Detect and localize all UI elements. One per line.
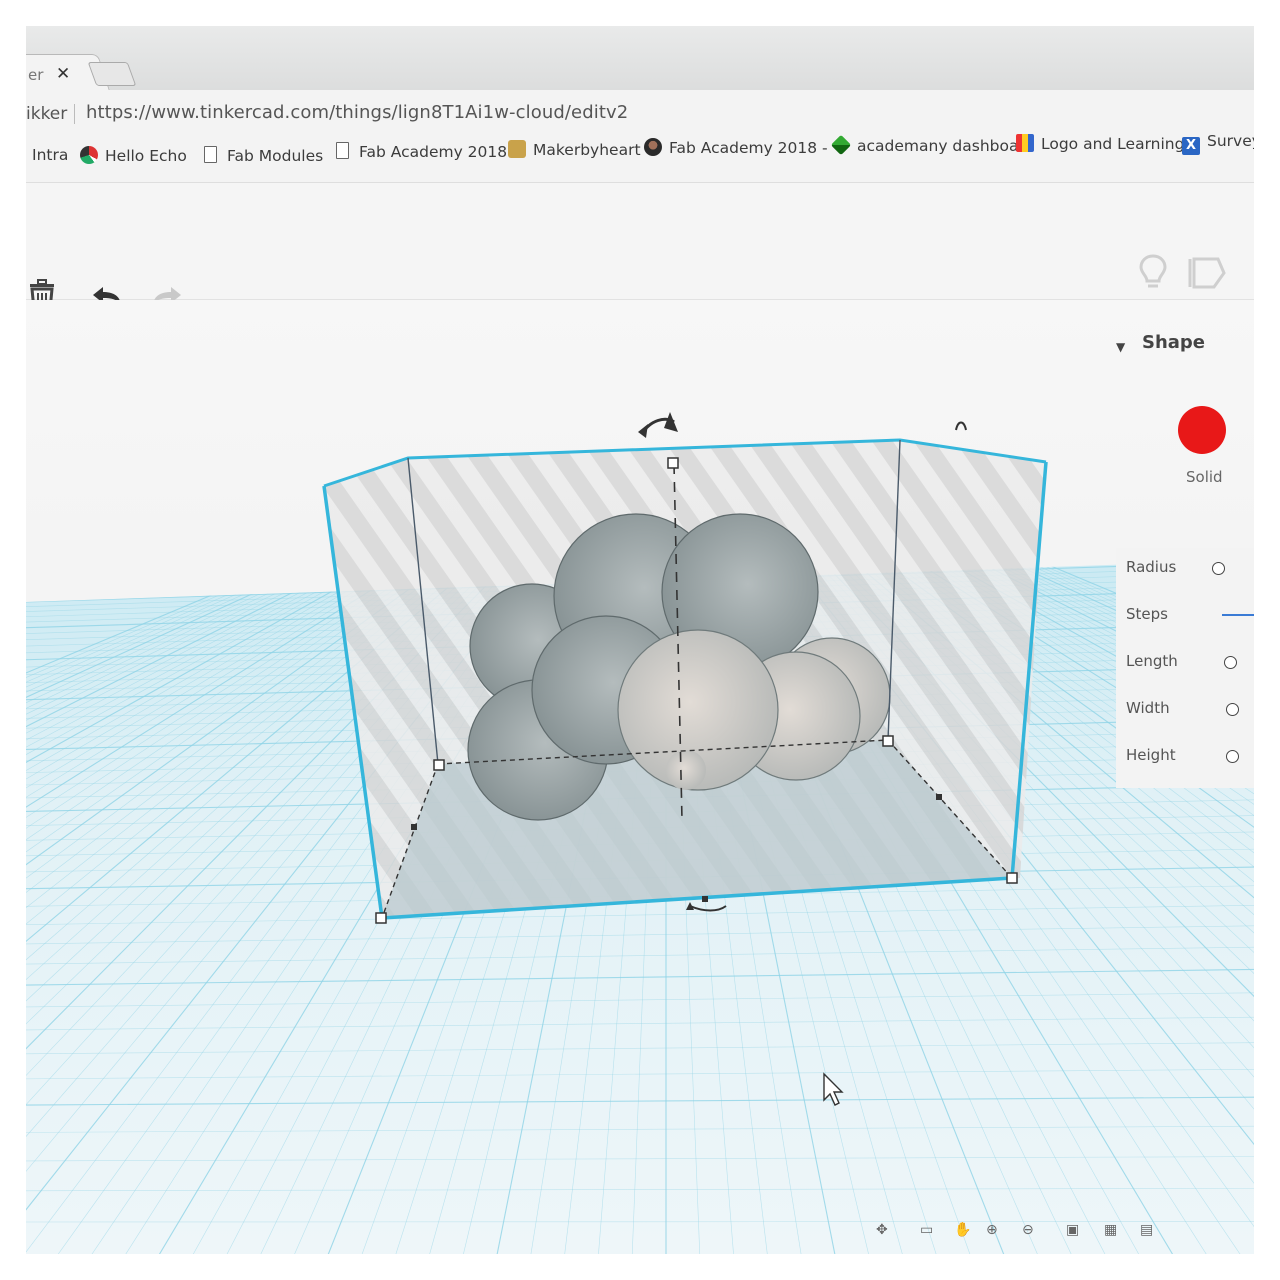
bookmark-label: Makerbyheart bbox=[533, 141, 641, 159]
shape-properties: Radius Steps Length Width Height bbox=[1116, 548, 1254, 788]
prop-width-control[interactable] bbox=[1226, 703, 1239, 716]
bookmarks-bar: Intra Hello Echo Fab Modules Fab Academy… bbox=[26, 132, 1254, 183]
bookmark-label: Fab Academy 2018 - bbox=[669, 139, 828, 157]
grid-icon[interactable]: ▦ bbox=[1104, 1222, 1126, 1242]
new-tab-button[interactable] bbox=[87, 62, 137, 86]
logo-icon bbox=[1016, 134, 1034, 152]
edge-handle bbox=[411, 824, 417, 830]
3d-workspace[interactable] bbox=[26, 300, 1254, 1254]
lightbulb-icon[interactable] bbox=[1138, 253, 1168, 293]
bookmark-fab-academy-2018[interactable]: Fab Academy 2018 bbox=[336, 142, 507, 161]
bookmark-label: academany dashboa bbox=[857, 137, 1019, 155]
bookmark-intra[interactable]: Intra bbox=[32, 146, 68, 164]
pan-icon[interactable]: ✥ bbox=[876, 1222, 898, 1242]
bookmark-makerbyheart[interactable]: Makerbyheart bbox=[508, 140, 641, 159]
prop-radius-label: Radius bbox=[1126, 558, 1177, 576]
bookmark-academany-dashboard[interactable]: academany dashboa bbox=[830, 134, 1019, 156]
address-divider bbox=[74, 104, 75, 124]
color-swatch[interactable] bbox=[1178, 406, 1226, 454]
view-tools: ✥ ▭ ✋ ⊕ ⊖ ▣ ▦ ▤ bbox=[876, 1218, 1206, 1248]
note-icon[interactable] bbox=[1186, 255, 1228, 291]
tab-title: er bbox=[28, 66, 44, 84]
avatar-icon bbox=[644, 138, 662, 156]
corner-handle bbox=[433, 759, 445, 771]
site-identity: ikker bbox=[26, 104, 68, 124]
prop-height-control[interactable] bbox=[1226, 750, 1239, 763]
bookmark-hello-echo[interactable]: Hello Echo bbox=[80, 146, 187, 165]
hand-icon[interactable]: ✋ bbox=[954, 1222, 976, 1242]
bookmark-label: Logo and Learning bbox=[1041, 135, 1185, 153]
bookmark-label: Intra bbox=[32, 146, 69, 164]
prop-height-label: Height bbox=[1126, 746, 1176, 764]
bookmark-label: Fab Modules bbox=[227, 147, 324, 165]
edge-handle bbox=[936, 794, 942, 800]
page-icon bbox=[336, 142, 349, 159]
height-handle bbox=[667, 457, 679, 469]
screen: er ✕ ikker https://www.tinkercad.com/thi… bbox=[26, 26, 1254, 1254]
cube-icon bbox=[80, 146, 98, 164]
color-mode-label: Solid bbox=[1186, 468, 1223, 486]
prop-length-label: Length bbox=[1126, 652, 1178, 670]
bookmark-logo-and-learning[interactable]: Logo and Learning bbox=[1016, 134, 1184, 153]
prop-steps-label: Steps bbox=[1126, 605, 1168, 623]
maker-icon bbox=[508, 140, 526, 158]
corner-handle bbox=[1006, 872, 1018, 884]
zoom-in-icon[interactable]: ⊕ bbox=[986, 1222, 1008, 1242]
chevron-down-icon[interactable]: ▼ bbox=[1116, 340, 1125, 354]
inspector-title[interactable]: Shape bbox=[1142, 332, 1205, 353]
bookmark-survey[interactable]: X Survey bbox=[1182, 132, 1254, 155]
bookmark-label: Survey bbox=[1207, 132, 1254, 150]
rotate-handle-top[interactable] bbox=[638, 412, 678, 438]
bookmark-label: Fab Academy 2018 bbox=[359, 143, 508, 161]
shape-header[interactable]: ▼ Shape bbox=[1116, 326, 1254, 370]
rotate-handle-side[interactable] bbox=[955, 421, 967, 431]
workplane-scene[interactable] bbox=[26, 300, 1254, 1254]
corner-handle bbox=[375, 912, 387, 924]
x-icon: X bbox=[1182, 137, 1200, 155]
prop-length-control[interactable] bbox=[1224, 656, 1237, 669]
fit-view-icon[interactable]: ▭ bbox=[920, 1222, 942, 1242]
prop-width-label: Width bbox=[1126, 699, 1170, 717]
tab-close-icon[interactable]: ✕ bbox=[56, 64, 70, 84]
address-bar[interactable]: ikker https://www.tinkercad.com/things/l… bbox=[26, 90, 1254, 133]
snap-grid-icon[interactable]: ▤ bbox=[1140, 1222, 1162, 1242]
view-cube-icon[interactable]: ▣ bbox=[1066, 1222, 1088, 1242]
bookmark-fab-academy-2018-dash[interactable]: Fab Academy 2018 - bbox=[644, 138, 828, 157]
page-icon bbox=[204, 146, 217, 163]
gem-icon bbox=[830, 134, 852, 156]
edge-handle bbox=[702, 896, 708, 902]
zoom-out-icon[interactable]: ⊖ bbox=[1022, 1222, 1044, 1242]
bookmark-fab-modules[interactable]: Fab Modules bbox=[204, 146, 323, 165]
url-text[interactable]: https://www.tinkercad.com/things/lign8T1… bbox=[86, 102, 628, 123]
editor-toolbar bbox=[26, 183, 1254, 312]
browser-tab-strip: er ✕ bbox=[26, 26, 1254, 91]
corner-handle bbox=[882, 735, 894, 747]
prop-radius-control[interactable] bbox=[1212, 562, 1225, 575]
bookmark-label: Hello Echo bbox=[105, 147, 187, 165]
prop-steps-slider[interactable] bbox=[1222, 614, 1254, 616]
